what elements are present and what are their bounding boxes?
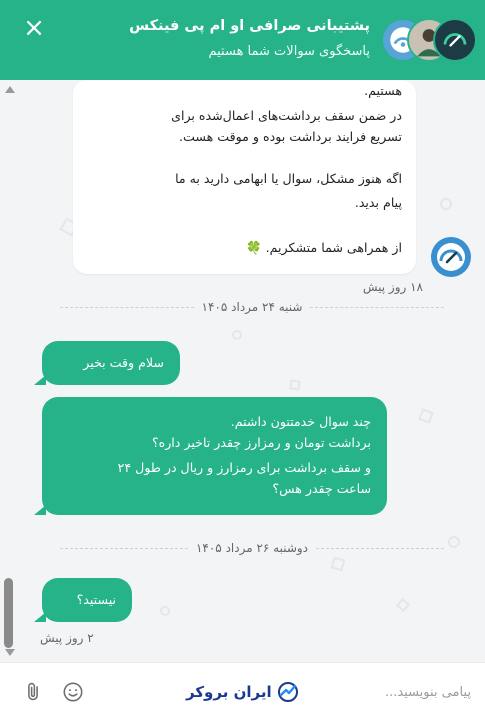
support-avatar bbox=[431, 237, 471, 277]
background-shape bbox=[440, 198, 452, 210]
message-line: برداشت تومان و رمزارز چقدر تاخیر داره؟ bbox=[151, 435, 371, 450]
message-input[interactable] bbox=[321, 677, 471, 707]
message-line: ساعت چقدر هس؟ bbox=[272, 481, 371, 496]
message-line: در ضمن سقف برداشت‌های اعمال‌شده برای bbox=[171, 108, 402, 123]
date-separator: دوشنبه ۲۶ مرداد ۱۴۰۵ bbox=[60, 540, 444, 556]
clover-emoji: 🍀 bbox=[245, 240, 262, 255]
paperclip-icon bbox=[28, 682, 38, 701]
message-line: اگه هنوز مشکل، سوال یا ابهامی دارید به م… bbox=[175, 171, 402, 186]
scrollbar-thumb[interactable] bbox=[4, 578, 13, 648]
emoji-button[interactable] bbox=[62, 681, 84, 703]
avatar bbox=[433, 18, 477, 62]
chat-header: × پشتیبانی صرافی او ام پی فینکس پاسخگوی … bbox=[0, 0, 485, 80]
background-shape bbox=[395, 597, 411, 613]
background-shape bbox=[232, 330, 242, 340]
date-label: شنبه ۲۴ مرداد ۱۴۰۵ bbox=[201, 300, 303, 314]
message-line: و سقف برداشت برای رمزارز و ریال در طول ۲… bbox=[117, 460, 371, 475]
support-message-bubble: هستیم. در ضمن سقف برداشت‌های اعمال‌شده ب… bbox=[73, 80, 416, 274]
bubble-tail bbox=[34, 505, 46, 515]
date-separator: شنبه ۲۴ مرداد ۱۴۰۵ bbox=[60, 299, 445, 315]
close-button[interactable]: × bbox=[16, 10, 52, 46]
background-shape bbox=[289, 379, 301, 391]
divider bbox=[316, 547, 444, 549]
message-line bbox=[82, 213, 402, 234]
message-line-text: از همراهی شما متشکریم. bbox=[265, 240, 402, 255]
chat-messages[interactable]: هستیم. در ضمن سقف برداشت‌های اعمال‌شده ب… bbox=[0, 80, 485, 662]
background-shape bbox=[160, 606, 170, 616]
smiley-icon bbox=[63, 682, 83, 702]
agent-avatars bbox=[367, 18, 477, 62]
message-line: چند سوال خدمتتون داشتم. bbox=[230, 414, 371, 429]
divider bbox=[60, 547, 188, 549]
background-shape bbox=[330, 556, 346, 572]
user-message-bubble: سلام وقت بخیر bbox=[42, 341, 180, 385]
message-line: پیام بدید. bbox=[354, 195, 402, 210]
support-message-text: هستیم. در ضمن سقف برداشت‌های اعمال‌شده ب… bbox=[82, 80, 402, 258]
header-subtitle: پاسخگوی سوالات شما هستیم bbox=[208, 44, 370, 59]
message-line: هستیم. bbox=[364, 83, 402, 98]
bubble-tail bbox=[34, 612, 46, 622]
bubble-tail bbox=[34, 375, 46, 385]
background-shape bbox=[418, 408, 434, 424]
brand-logo[interactable]: ایران بروکر bbox=[186, 679, 300, 705]
scroll-down-arrow-icon[interactable] bbox=[5, 649, 15, 656]
user-message-text: سلام وقت بخیر bbox=[83, 355, 164, 370]
header-title: پشتیبانی صرافی او ام پی فینکس bbox=[129, 18, 370, 34]
user-message-bubble: چند سوال خدمتتون داشتم. برداشت تومان و ر… bbox=[42, 397, 387, 515]
chat-scrollbar[interactable] bbox=[0, 80, 16, 662]
user-message-text: نیستید؟ bbox=[76, 592, 116, 607]
iranbroker-logo-icon bbox=[276, 681, 300, 703]
brand-name: ایران بروکر bbox=[186, 683, 272, 701]
close-icon: × bbox=[23, 13, 45, 43]
message-timestamp: ۲ روز پیش bbox=[40, 631, 94, 645]
date-label: دوشنبه ۲۶ مرداد ۱۴۰۵ bbox=[195, 541, 309, 555]
message-line bbox=[82, 147, 402, 168]
attach-button[interactable] bbox=[22, 681, 44, 703]
scroll-up-arrow-icon[interactable] bbox=[5, 86, 15, 93]
user-message-bubble: نیستید؟ bbox=[42, 578, 132, 622]
background-shape bbox=[448, 536, 460, 548]
message-line: تسریع فرایند برداشت بوده و موقت هست. bbox=[179, 129, 402, 144]
message-line: از همراهی شما متشکریم. 🍀 bbox=[82, 237, 402, 258]
message-composer: ایران بروکر bbox=[0, 662, 485, 720]
divider bbox=[310, 306, 445, 308]
divider bbox=[60, 306, 194, 308]
message-timestamp: ۱۸ روز پیش bbox=[362, 280, 423, 294]
